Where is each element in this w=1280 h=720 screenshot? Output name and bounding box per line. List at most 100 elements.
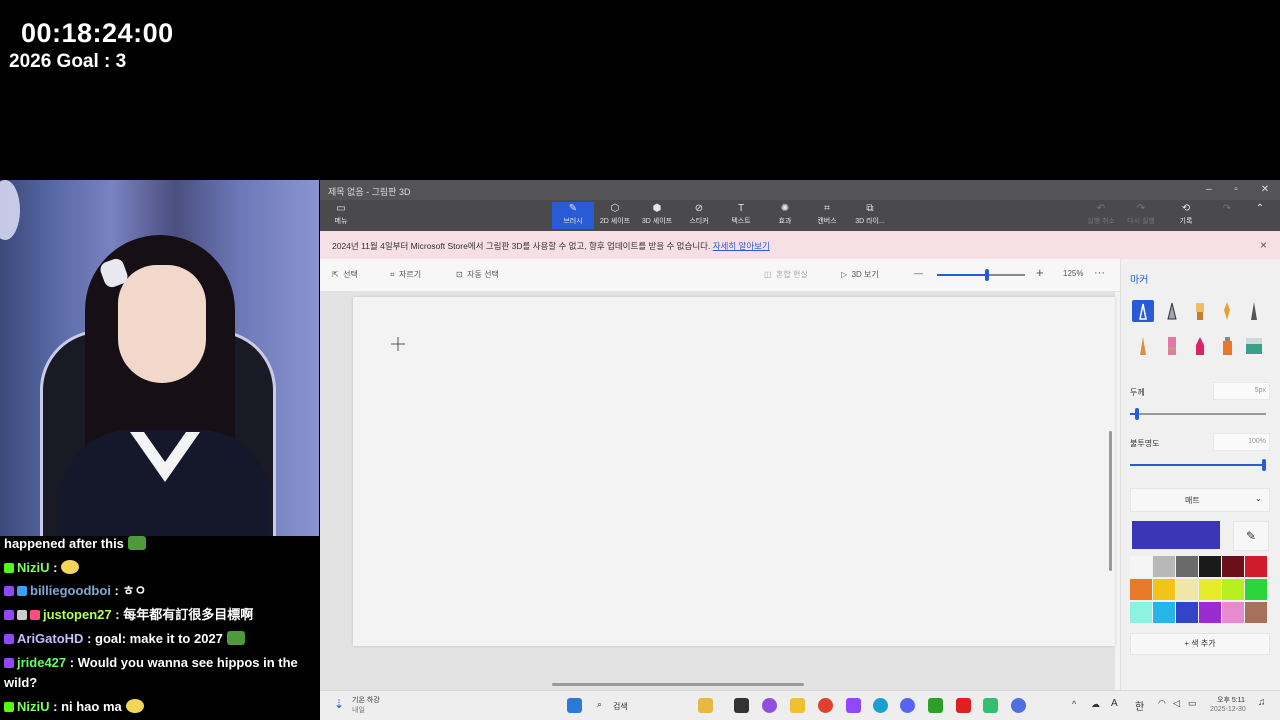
taskbar-search[interactable]: ⌕ 검색 bbox=[592, 697, 682, 714]
eyedropper-icon[interactable]: ✎ bbox=[1233, 521, 1269, 551]
color-swatch[interactable] bbox=[1153, 556, 1175, 577]
zoom-in-button[interactable]: + bbox=[1036, 265, 1044, 280]
color-swatch[interactable] bbox=[1130, 579, 1152, 600]
zoom-slider-thumb[interactable] bbox=[985, 269, 989, 281]
more-options-icon[interactable]: ··· bbox=[1094, 267, 1105, 279]
zoom-level: 125% bbox=[1063, 269, 1084, 278]
thickness-slider-thumb[interactable] bbox=[1135, 408, 1139, 420]
spray-can-tool[interactable] bbox=[1216, 335, 1238, 357]
select-button[interactable]: ⇱ 선택 bbox=[332, 269, 358, 280]
color-swatch[interactable] bbox=[1176, 556, 1198, 577]
widgets-icon[interactable] bbox=[698, 698, 713, 713]
start-button[interactable] bbox=[567, 698, 582, 713]
calligraphy-pen-tool[interactable] bbox=[1161, 300, 1183, 322]
clock-time[interactable]: 오후 5:11 bbox=[1217, 695, 1245, 705]
chevron-up-icon[interactable]: ^ bbox=[1072, 699, 1076, 709]
bits-badge-icon bbox=[17, 610, 27, 620]
paint3d-taskbar-icon[interactable] bbox=[1011, 698, 1026, 713]
twitch-icon[interactable] bbox=[846, 698, 861, 713]
tab-brushes[interactable]: ✎ 브러시 bbox=[552, 202, 594, 229]
color-swatch[interactable] bbox=[1199, 556, 1221, 577]
color-swatch[interactable] bbox=[1153, 602, 1175, 623]
color-swatch[interactable] bbox=[1176, 602, 1198, 623]
color-swatch[interactable] bbox=[1199, 579, 1221, 600]
minimize-button[interactable]: – bbox=[1202, 183, 1216, 197]
notes-icon[interactable] bbox=[983, 698, 998, 713]
color-swatch[interactable] bbox=[1222, 556, 1244, 577]
zoom-out-button[interactable]: — bbox=[914, 268, 923, 278]
undo-button[interactable]: ↶ 실행 취소 bbox=[1080, 202, 1122, 229]
ime-indicator[interactable]: 한 bbox=[1135, 698, 1144, 713]
zoom-slider[interactable] bbox=[937, 269, 1025, 281]
magic-select-button[interactable]: ⊡ 자동 선택 bbox=[456, 269, 499, 280]
copilot-icon[interactable] bbox=[762, 698, 777, 713]
battery-icon[interactable]: ▭ bbox=[1188, 698, 1197, 709]
history-button[interactable]: ⟲ 기록 bbox=[1165, 202, 1207, 229]
opacity-slider-thumb[interactable] bbox=[1262, 459, 1266, 471]
marker-tool[interactable] bbox=[1132, 300, 1154, 322]
color-swatch[interactable] bbox=[1130, 602, 1152, 623]
edge-icon[interactable] bbox=[873, 698, 888, 713]
crop-button[interactable]: ⌗ 자르기 bbox=[390, 269, 421, 280]
mixed-reality-button[interactable]: ◫ 혼합 현실 bbox=[764, 269, 808, 280]
learn-more-link[interactable]: 자세히 알아보기 bbox=[713, 241, 770, 251]
file-explorer-icon[interactable] bbox=[790, 698, 805, 713]
pixel-pen-tool[interactable] bbox=[1243, 300, 1265, 322]
fill-tool[interactable] bbox=[1243, 335, 1265, 357]
thickness-input[interactable]: 5px bbox=[1213, 382, 1270, 400]
tab-effects[interactable]: ✺ 효과 bbox=[764, 202, 806, 229]
close-button[interactable]: ✕ bbox=[1258, 183, 1272, 197]
thickness-label: 두께 bbox=[1130, 388, 1145, 397]
chrome-icon[interactable] bbox=[818, 698, 833, 713]
color-swatch[interactable] bbox=[1245, 579, 1267, 600]
watercolor-tool[interactable] bbox=[1216, 300, 1238, 322]
naver-icon[interactable] bbox=[928, 698, 943, 713]
current-color-swatch[interactable] bbox=[1132, 521, 1220, 549]
weather-status[interactable]: 기온 하강 bbox=[352, 695, 380, 705]
task-view-icon[interactable] bbox=[734, 698, 749, 713]
opacity-slider[interactable] bbox=[1130, 459, 1266, 471]
tab-canvas[interactable]: ⌗ 캔버스 bbox=[806, 202, 848, 229]
oil-brush-tool[interactable] bbox=[1189, 300, 1211, 322]
eraser-tool[interactable] bbox=[1161, 335, 1183, 357]
pencil-tool[interactable] bbox=[1132, 335, 1154, 357]
color-swatch[interactable] bbox=[1153, 579, 1175, 600]
stream-goal: 2026 Goal : 3 bbox=[9, 51, 127, 72]
redo-history-button[interactable]: ↷ bbox=[1206, 202, 1248, 229]
color-swatch[interactable] bbox=[1222, 602, 1244, 623]
thickness-slider[interactable] bbox=[1130, 408, 1266, 420]
color-swatch[interactable] bbox=[1245, 556, 1267, 577]
finish-dropdown[interactable]: 매트 ⌄ bbox=[1130, 488, 1270, 512]
onedrive-icon[interactable]: ☁ bbox=[1091, 699, 1100, 710]
notice-close-icon[interactable]: × bbox=[1260, 238, 1267, 252]
collapse-toolbar-button[interactable]: ⌃ bbox=[1246, 202, 1274, 229]
color-swatch[interactable] bbox=[1245, 602, 1267, 623]
color-swatch[interactable] bbox=[1222, 579, 1244, 600]
opacity-input[interactable]: 100% bbox=[1213, 433, 1270, 451]
maximize-button[interactable]: ▫ bbox=[1229, 183, 1243, 197]
view-3d-button[interactable]: ▷ 3D 보기 bbox=[841, 269, 879, 280]
vertical-scrollbar[interactable] bbox=[1109, 431, 1112, 571]
redo-button[interactable]: ↷ 다시 실행 bbox=[1120, 202, 1162, 229]
discord-icon[interactable] bbox=[900, 698, 915, 713]
tab-3d-shapes[interactable]: ⬢ 3D 셰이프 bbox=[636, 202, 678, 229]
wifi-icon[interactable]: ◠ bbox=[1158, 698, 1166, 709]
color-swatch[interactable] bbox=[1199, 602, 1221, 623]
menu-button[interactable]: ▭ 메뉴 bbox=[324, 202, 358, 229]
volume-icon[interactable]: ◁ bbox=[1173, 698, 1180, 709]
horizontal-scrollbar[interactable] bbox=[552, 683, 804, 686]
title-bar: 제목 없음 - 그림판 3D – ▫ ✕ bbox=[320, 180, 1280, 200]
language-indicator[interactable]: A bbox=[1111, 698, 1118, 709]
drawing-canvas[interactable] bbox=[353, 297, 1115, 646]
tab-text[interactable]: T 텍스트 bbox=[720, 202, 762, 229]
tab-2d-shapes[interactable]: ⬡ 2D 셰이프 bbox=[594, 202, 636, 229]
notification-bell-icon[interactable]: ♫ bbox=[1258, 697, 1266, 708]
tab-3d-library[interactable]: ⧉ 3D 라이... bbox=[849, 202, 891, 229]
youtube-icon[interactable] bbox=[956, 698, 971, 713]
add-color-button[interactable]: + 색 추가 bbox=[1130, 633, 1270, 655]
tab-stickers[interactable]: ⊘ 스티커 bbox=[678, 202, 720, 229]
color-swatch[interactable] bbox=[1130, 556, 1152, 577]
color-swatch[interactable] bbox=[1176, 579, 1198, 600]
crayon-tool[interactable] bbox=[1189, 335, 1211, 357]
mixed-reality-icon: ◫ bbox=[764, 270, 772, 279]
